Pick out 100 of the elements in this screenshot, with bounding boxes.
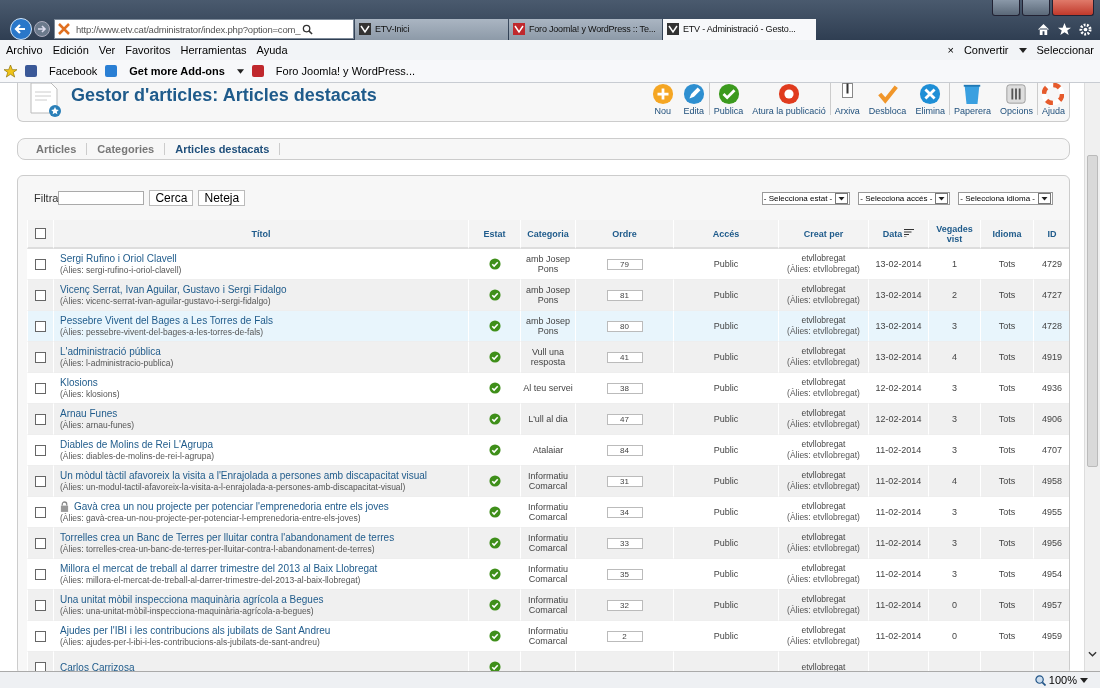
toolbar-button[interactable]: Nou — [646, 83, 678, 115]
column-header[interactable]: Accés — [712, 228, 740, 239]
check-icon[interactable] — [488, 382, 501, 394]
select-dropdown[interactable]: - Selecciona idioma - — [958, 191, 1053, 205]
row-checkbox[interactable] — [35, 568, 46, 580]
order-field[interactable]: 81 — [606, 289, 643, 301]
row-checkbox[interactable] — [35, 413, 46, 425]
search-icon[interactable] — [302, 23, 314, 35]
address-bar[interactable]: http://www.etv.cat/administrator/index.php?option=com_ — [54, 19, 354, 39]
row-checkbox[interactable] — [35, 444, 46, 456]
column-header[interactable]: Data — [882, 228, 903, 239]
article-title-link[interactable]: Gavà crea un nou projecte per potenciar l'emprenedoria entre els joves — [74, 501, 389, 512]
order-field[interactable]: 33 — [606, 537, 643, 549]
star-icon[interactable] — [4, 64, 17, 78]
order-field[interactable]: 84 — [606, 444, 643, 456]
select-button[interactable]: Seleccionar — [1036, 44, 1094, 56]
check-icon[interactable] — [488, 475, 501, 487]
article-title-link[interactable]: Un mòdul tàctil afavoreix la visita a l'Enrajolada a persones amb discapacitat visual — [60, 470, 428, 481]
toolbar-button[interactable]: Paperera — [948, 83, 995, 115]
close-button[interactable]: × — [947, 44, 954, 56]
tab[interactable]: Categories — [87, 143, 166, 155]
toolbar-button[interactable]: Ajuda — [1036, 83, 1069, 115]
toolbar-button[interactable]: Edita — [677, 83, 709, 115]
select-dropdown[interactable]: - Selecciona estat - — [761, 191, 851, 205]
column-header[interactable]: Estat — [483, 228, 506, 239]
row-checkbox[interactable] — [35, 599, 46, 611]
zoom-level[interactable]: 100% — [1048, 674, 1077, 686]
check-icon[interactable] — [488, 289, 501, 301]
check-icon[interactable] — [488, 351, 501, 363]
check-icon[interactable] — [488, 630, 501, 642]
menu-item[interactable]: Ver — [98, 44, 116, 56]
row-checkbox[interactable] — [35, 537, 46, 549]
article-title-link[interactable]: Diables de Molins de Rei L'Agrupa — [60, 439, 214, 450]
search-button[interactable]: Cerca — [149, 190, 194, 206]
browser-tab[interactable]: Foro Joomla! y WordPress :: Te... — [509, 18, 662, 40]
favorite-link[interactable]: Foro Joomla! y WordPress... — [275, 65, 416, 77]
article-title-link[interactable]: Torrelles crea un Banc de Terres per lluitar contra l'abandonament de terres — [60, 532, 395, 543]
row-checkbox[interactable] — [35, 258, 46, 270]
toolbar-button[interactable]: Desbloca — [863, 83, 911, 115]
sort-icon[interactable] — [904, 228, 915, 237]
home-icon[interactable] — [1037, 22, 1050, 36]
order-field[interactable]: 35 — [606, 568, 643, 580]
scrollbar[interactable] — [1084, 83, 1100, 671]
browser-tab[interactable]: ETV-Inici — [355, 18, 508, 40]
filter-field[interactable] — [58, 191, 145, 205]
check-icon[interactable] — [488, 413, 501, 425]
row-checkbox[interactable] — [35, 351, 46, 363]
column-header[interactable]: Creat per — [803, 228, 844, 239]
article-title-link[interactable]: Pessebre Vivent del Bages a Les Torres de Fals — [60, 315, 274, 326]
clear-button[interactable]: Neteja — [198, 190, 246, 206]
article-title-link[interactable]: Vicenç Serrat, Ivan Aguilar, Gustavo i Sergi Fidalgo — [60, 284, 287, 295]
row-checkbox[interactable] — [35, 382, 46, 394]
tab[interactable]: Articles destacats — [165, 143, 281, 155]
check-icon[interactable] — [488, 320, 501, 332]
check-icon[interactable] — [488, 599, 501, 611]
select-all-checkbox[interactable] — [35, 228, 46, 239]
order-field[interactable]: 38 — [606, 382, 643, 394]
check-icon[interactable] — [488, 258, 501, 270]
order-field[interactable]: 41 — [606, 351, 643, 363]
column-header[interactable]: Títol — [251, 228, 271, 239]
window-controls[interactable] — [992, 0, 1094, 16]
check-icon[interactable] — [488, 568, 501, 580]
check-icon[interactable] — [488, 537, 501, 549]
column-header[interactable]: ID — [1047, 228, 1057, 239]
toolbar-button[interactable]: Arxiva — [829, 83, 864, 115]
toolbar-button[interactable]: Opcions — [994, 83, 1037, 115]
convert-button[interactable]: Convertir — [963, 44, 1009, 56]
order-field[interactable]: 79 — [606, 258, 643, 270]
star-icon[interactable] — [1058, 22, 1071, 36]
menu-item[interactable]: Herramientas — [180, 44, 247, 56]
order-field[interactable]: 80 — [606, 320, 643, 332]
article-title-link[interactable]: Arnau Funes — [60, 408, 118, 419]
order-field[interactable]: 34 — [606, 506, 643, 518]
lock-icon[interactable] — [60, 501, 69, 512]
article-title-link[interactable]: Millora el mercat de treball al darrer trimestre del 2013 al Baix Llobregat — [60, 563, 378, 574]
favorite-link[interactable]: Get more Add-ons — [129, 65, 225, 77]
row-checkbox[interactable] — [35, 630, 46, 642]
row-checkbox[interactable] — [35, 289, 46, 301]
select-dropdown[interactable]: - Selecciona accés - — [858, 191, 951, 205]
toolbar-button[interactable]: Atura la publicació — [747, 83, 830, 115]
menu-item[interactable]: Ayuda — [256, 44, 288, 56]
favorite-link[interactable]: Facebook — [49, 65, 98, 77]
row-checkbox[interactable] — [35, 661, 46, 671]
tab[interactable]: Articles — [26, 143, 88, 155]
toolbar-button[interactable]: Elimina — [910, 83, 949, 115]
menu-item[interactable]: Edición — [52, 44, 89, 56]
zoom-icon[interactable] — [1034, 674, 1046, 686]
row-checkbox[interactable] — [35, 320, 46, 332]
browser-tab[interactable]: ETV - Administració - Gesto... — [663, 18, 816, 40]
settings-icon[interactable] — [1079, 22, 1092, 36]
toolbar-button[interactable]: Publica — [708, 83, 748, 115]
caret-icon[interactable] — [1080, 677, 1088, 683]
order-field[interactable]: 47 — [606, 413, 643, 425]
article-title-link[interactable]: L'administració pública — [60, 346, 161, 357]
article-title-link[interactable]: Klosions — [60, 377, 98, 388]
menu-item[interactable]: Archivo — [6, 44, 43, 56]
row-checkbox[interactable] — [35, 475, 46, 487]
article-title-link[interactable]: Sergi Rufino i Oriol Clavell — [60, 253, 177, 264]
order-field[interactable]: 32 — [606, 599, 643, 611]
caret-icon[interactable] — [1018, 47, 1027, 53]
